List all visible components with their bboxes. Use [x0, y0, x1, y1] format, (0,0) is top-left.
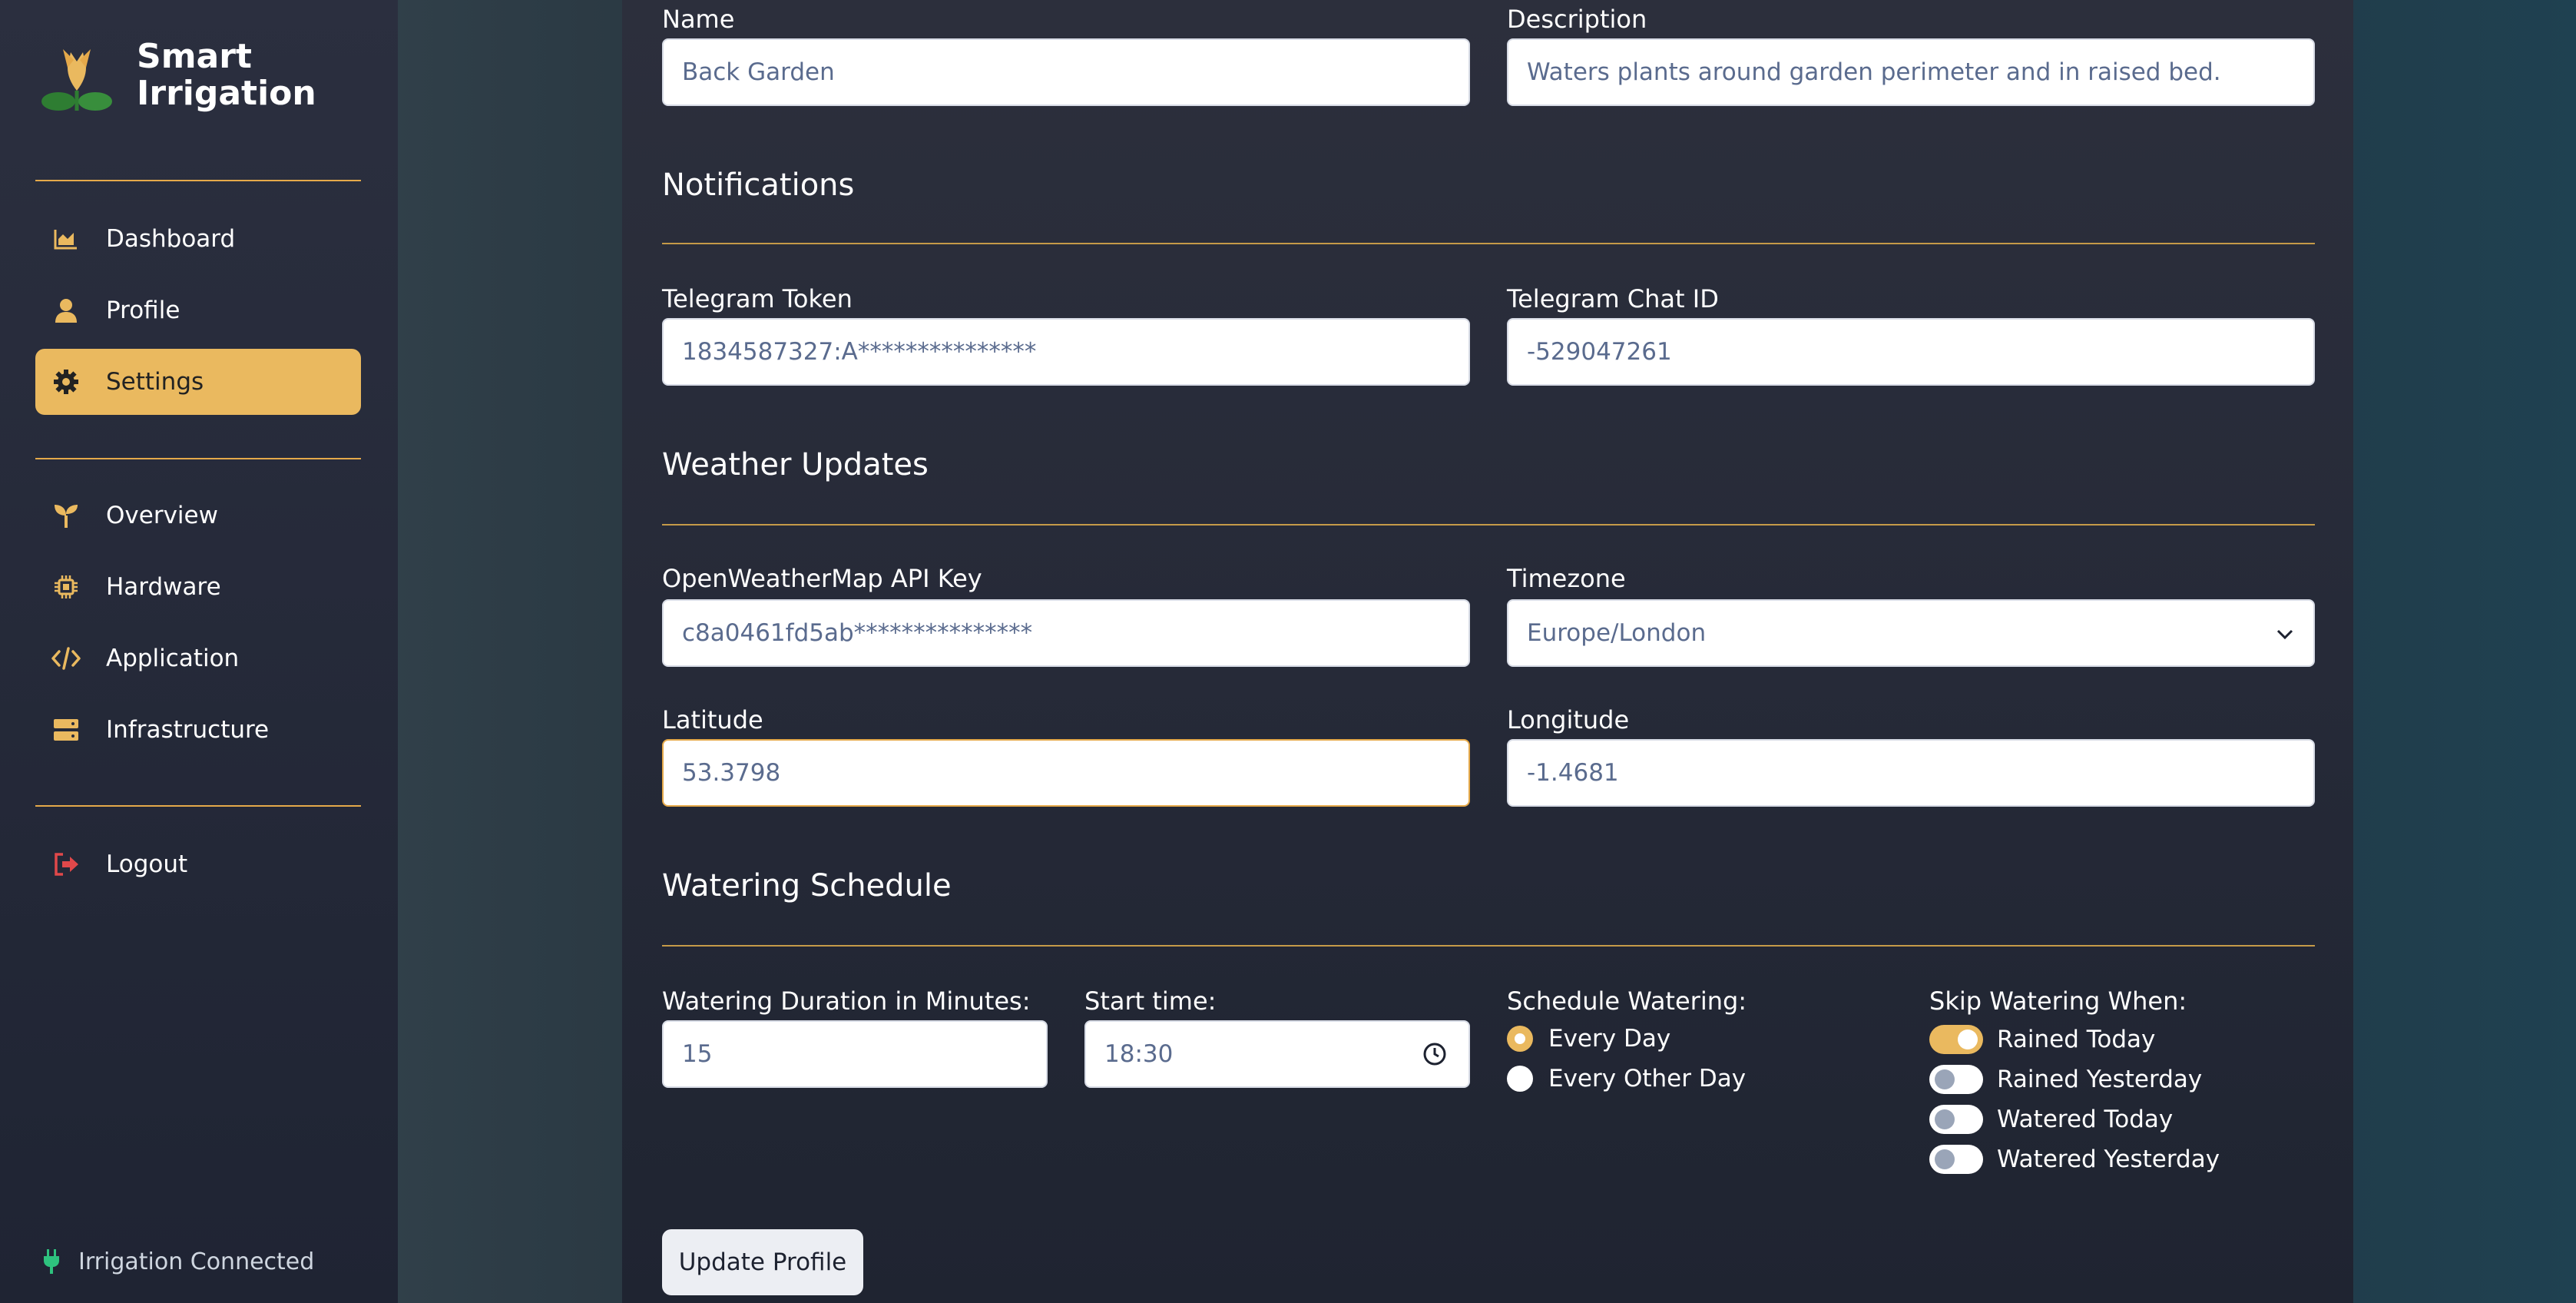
- clock-icon[interactable]: [1422, 1042, 1447, 1073]
- chevron-down-icon: [2275, 622, 2295, 650]
- skip-rained-yesterday[interactable]: Rained Yesterday: [1929, 1065, 2202, 1094]
- toggle-label: Rained Today: [1997, 1026, 2156, 1053]
- server-icon: [51, 714, 81, 745]
- telegram-chat-input[interactable]: -529047261: [1507, 318, 2315, 386]
- start-time-value: 18:30: [1104, 1040, 1174, 1068]
- seedling-icon: [51, 500, 81, 531]
- start-time-label: Start time:: [1084, 986, 1217, 1016]
- brand-title: Smart Irrigation: [137, 38, 316, 112]
- code-icon: [51, 643, 81, 674]
- telegram-chat-label: Telegram Chat ID: [1507, 284, 1719, 313]
- radio-label: Every Day: [1548, 1025, 1671, 1053]
- connection-status: Irrigation Connected: [40, 1246, 314, 1277]
- brand-title-line2: Irrigation: [137, 74, 316, 113]
- description-label: Description: [1507, 5, 1647, 34]
- skip-watering-label: Skip Watering When:: [1929, 986, 2187, 1016]
- toggle-label: Rained Yesterday: [1997, 1066, 2203, 1093]
- sidebar: Smart Irrigation Dashboard Profile Setti…: [0, 0, 398, 1303]
- section-divider: [662, 524, 2315, 526]
- telegram-chat-value: -529047261: [1527, 338, 1672, 366]
- radio-label: Every Other Day: [1548, 1065, 1747, 1092]
- sidebar-item-application[interactable]: Application: [35, 625, 361, 691]
- longitude-value: -1.4681: [1527, 759, 1619, 787]
- schedule-watering-label: Schedule Watering:: [1507, 986, 1747, 1016]
- brand-title-line1: Smart: [137, 37, 252, 76]
- skip-watered-yesterday[interactable]: Watered Yesterday: [1929, 1145, 2220, 1174]
- toggle-switch[interactable]: [1929, 1145, 1983, 1174]
- latitude-value: 53.3798: [682, 759, 781, 787]
- sidebar-item-label: Logout: [106, 850, 188, 878]
- owm-key-value: c8a0461fd5ab***************: [682, 619, 1033, 647]
- sidebar-item-logout[interactable]: Logout: [35, 831, 361, 897]
- radio-button[interactable]: [1507, 1066, 1533, 1092]
- sidebar-item-label: Dashboard: [106, 225, 236, 253]
- name-input[interactable]: Back Garden: [662, 38, 1470, 106]
- settings-panel: Name Back Garden Description Waters plan…: [622, 0, 2353, 1303]
- telegram-token-input[interactable]: 1834587327:A***************: [662, 318, 1470, 386]
- logout-icon: [51, 849, 81, 880]
- name-label: Name: [662, 5, 735, 34]
- radio-button[interactable]: [1507, 1026, 1533, 1052]
- sidebar-item-label: Application: [106, 645, 240, 672]
- user-icon: [51, 295, 81, 326]
- latitude-input[interactable]: 53.3798: [662, 739, 1470, 807]
- plug-icon: [40, 1246, 63, 1277]
- start-time-input[interactable]: 18:30: [1084, 1020, 1470, 1088]
- timezone-value: Europe/London: [1527, 619, 1707, 647]
- sidebar-item-label: Infrastructure: [106, 716, 270, 744]
- section-divider: [662, 243, 2315, 244]
- name-input-value: Back Garden: [682, 58, 835, 86]
- tulip-logo-icon: [40, 37, 114, 114]
- sidebar-item-hardware[interactable]: Hardware: [35, 554, 361, 620]
- notifications-heading: Notifications: [662, 167, 855, 203]
- update-profile-button[interactable]: Update Profile: [662, 1229, 863, 1295]
- duration-label: Watering Duration in Minutes:: [662, 986, 1031, 1016]
- schedule-heading: Watering Schedule: [662, 868, 952, 903]
- connection-status-text: Irrigation Connected: [78, 1248, 315, 1275]
- sidebar-item-label: Hardware: [106, 573, 221, 601]
- sidebar-item-label: Profile: [106, 297, 180, 324]
- duration-value: 15: [682, 1040, 713, 1068]
- sidebar-divider: [35, 180, 361, 181]
- toggle-switch[interactable]: [1929, 1025, 1983, 1054]
- description-input-value: Waters plants around garden perimeter an…: [1527, 58, 2221, 86]
- description-input[interactable]: Waters plants around garden perimeter an…: [1507, 38, 2315, 106]
- toggle-switch[interactable]: [1929, 1065, 1983, 1094]
- longitude-label: Longitude: [1507, 705, 1630, 734]
- sidebar-item-dashboard[interactable]: Dashboard: [35, 206, 361, 272]
- longitude-input[interactable]: -1.4681: [1507, 739, 2315, 807]
- skip-rained-today[interactable]: Rained Today: [1929, 1025, 2155, 1054]
- owm-key-label: OpenWeatherMap API Key: [662, 564, 982, 593]
- owm-key-input[interactable]: c8a0461fd5ab***************: [662, 599, 1470, 667]
- sidebar-divider: [35, 458, 361, 459]
- telegram-token-value: 1834587327:A***************: [682, 338, 1037, 366]
- gear-icon: [51, 366, 81, 397]
- sidebar-item-label: Settings: [106, 368, 204, 396]
- section-divider: [662, 945, 2315, 947]
- telegram-token-label: Telegram Token: [662, 284, 853, 313]
- schedule-option-every-day[interactable]: Every Day: [1507, 1025, 1670, 1053]
- timezone-label: Timezone: [1507, 564, 1626, 593]
- duration-input[interactable]: 15: [662, 1020, 1048, 1088]
- sidebar-item-label: Overview: [106, 502, 218, 529]
- sidebar-item-profile[interactable]: Profile: [35, 277, 361, 343]
- chart-area-icon: [51, 224, 81, 254]
- toggle-label: Watered Yesterday: [1997, 1146, 2220, 1173]
- sidebar-divider: [35, 805, 361, 807]
- sidebar-item-overview[interactable]: Overview: [35, 482, 361, 549]
- skip-watered-today[interactable]: Watered Today: [1929, 1105, 2173, 1134]
- timezone-select[interactable]: Europe/London: [1507, 599, 2315, 667]
- toggle-switch[interactable]: [1929, 1105, 1983, 1134]
- brand[interactable]: Smart Irrigation: [40, 37, 316, 114]
- sidebar-item-settings[interactable]: Settings: [35, 349, 361, 415]
- latitude-label: Latitude: [662, 705, 763, 734]
- toggle-label: Watered Today: [1997, 1106, 2174, 1133]
- weather-heading: Weather Updates: [662, 447, 929, 482]
- microchip-icon: [51, 572, 81, 602]
- schedule-option-every-other-day[interactable]: Every Other Day: [1507, 1065, 1746, 1092]
- sidebar-item-infrastructure[interactable]: Infrastructure: [35, 697, 361, 763]
